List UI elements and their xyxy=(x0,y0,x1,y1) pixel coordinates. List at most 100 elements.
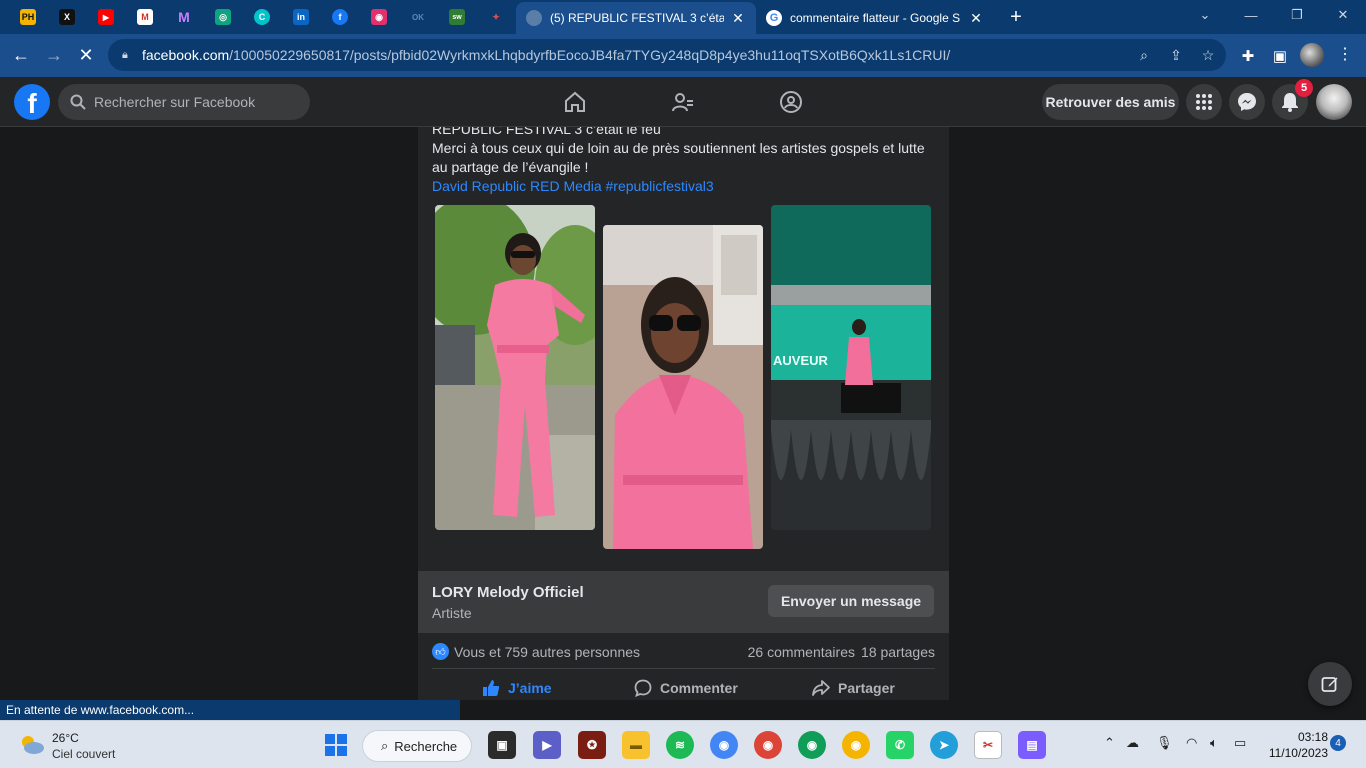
post-photo-1[interactable] xyxy=(435,205,595,530)
microphone-icon[interactable]: 🎙︎ xyxy=(1156,735,1173,751)
snipping-tool-icon[interactable]: ✂ xyxy=(974,731,1002,759)
post-photo-2[interactable] xyxy=(603,225,763,549)
home-icon[interactable] xyxy=(562,89,588,115)
account-avatar[interactable] xyxy=(1316,84,1352,120)
instagram-icon: ◉ xyxy=(371,9,387,25)
close-window-button[interactable]: ✕ xyxy=(1320,0,1366,30)
browser-profile-avatar[interactable] xyxy=(1300,43,1324,67)
clipchamp-icon[interactable]: ▤ xyxy=(1018,731,1046,759)
notification-center-badge[interactable]: 4 xyxy=(1330,735,1346,751)
pinned-tab-chatgpt[interactable]: ◎ xyxy=(205,3,241,31)
forward-button[interactable]: → xyxy=(39,40,69,70)
task-view-icon[interactable]: ▣ xyxy=(488,731,516,759)
reactions-count[interactable]: Vous et 759 autres personnes xyxy=(454,644,640,660)
loading-globe-icon xyxy=(526,10,542,26)
address-bar[interactable]: 🔒︎ facebook.com/100050229650817/posts/pf… xyxy=(108,39,1226,71)
minimize-button[interactable]: — xyxy=(1228,0,1274,30)
new-tab-button[interactable]: + xyxy=(998,3,1034,31)
red-icon: ✦ xyxy=(492,11,500,22)
telegram-icon[interactable]: ➤ xyxy=(930,731,958,759)
post-photo-3[interactable]: AUVEUR xyxy=(771,205,931,530)
show-hidden-icons[interactable]: ⌃ xyxy=(1104,735,1115,751)
pinned-tab-canva[interactable]: C xyxy=(244,3,280,31)
pinned-tab-facebook[interactable]: f xyxy=(322,3,358,31)
pinned-tab-green[interactable]: sw xyxy=(439,3,475,31)
youtube-icon: ▶ xyxy=(98,9,114,25)
friends-icon[interactable] xyxy=(670,89,696,115)
wifi-icon[interactable]: ◠ xyxy=(1186,735,1197,751)
back-button[interactable]: ← xyxy=(6,40,36,70)
post-stats: 👍︎ Vous et 759 autres personnes 26 comme… xyxy=(432,642,935,662)
pinned-tab-red[interactable]: ✦ xyxy=(478,3,514,31)
chrome-profile-2-icon[interactable]: ◉ xyxy=(754,731,782,759)
browser-menu-icon[interactable]: ⋮ xyxy=(1334,42,1356,68)
comment-bubble-icon xyxy=(634,679,652,697)
pinned-tab-ph[interactable]: PH xyxy=(10,3,46,31)
whatsapp-icon[interactable]: ✆ xyxy=(886,731,914,759)
menu-grid-icon[interactable] xyxy=(1186,84,1222,120)
battery-icon[interactable]: ▭ xyxy=(1234,735,1246,751)
send-message-button[interactable]: Envoyer un message xyxy=(768,585,934,617)
pinned-tab-youtube[interactable]: ▶ xyxy=(88,3,124,31)
page-name[interactable]: LORY Melody Officiel xyxy=(432,584,584,601)
facebook-search-input[interactable]: Rechercher sur Facebook xyxy=(58,84,310,120)
weather-description[interactable]: Ciel couvert xyxy=(52,747,115,761)
chrome-profile-4-icon[interactable]: ◉ xyxy=(842,731,870,759)
chrome-profile-3-icon[interactable]: ◉ xyxy=(798,731,826,759)
pinned-tab-x[interactable]: X xyxy=(49,3,85,31)
side-panel-icon[interactable]: ▣ xyxy=(1269,45,1291,67)
restore-button[interactable]: ❐ xyxy=(1274,0,1320,30)
chatgpt-icon: ◎ xyxy=(215,9,231,25)
comment-label: Commenter xyxy=(660,680,738,696)
comments-count[interactable]: 26 commentaires xyxy=(748,644,855,660)
close-tab-icon[interactable]: ✕ xyxy=(730,10,746,27)
cloudy-weather-icon[interactable] xyxy=(18,733,46,755)
post-tags-link[interactable]: David Republic RED Media #republicfestiv… xyxy=(432,178,714,194)
tab-republic-festival[interactable]: (5) REPUBLIC FESTIVAL 3 c’était l ✕ xyxy=(516,2,756,34)
spotify-icon[interactable]: ≋ xyxy=(666,731,694,759)
bookmark-star-icon[interactable]: ☆ xyxy=(1198,45,1218,65)
gmail-icon: M xyxy=(137,9,153,25)
weather-temperature[interactable]: 26°C xyxy=(52,731,79,745)
pinned-tab-instagram[interactable]: ◉ xyxy=(361,3,397,31)
post-text: Merci à tous ceux qui de loin au de près… xyxy=(432,140,925,175)
comment-button[interactable]: Commenter xyxy=(634,677,738,699)
photo-woman-outdoors xyxy=(435,205,595,530)
photo-woman-closeup xyxy=(603,225,763,549)
close-tab-icon[interactable]: ✕ xyxy=(968,10,984,27)
groups-icon[interactable] xyxy=(778,89,804,115)
meet-video-icon[interactable]: ▶ xyxy=(533,731,561,759)
share-button[interactable]: Partager xyxy=(812,677,895,699)
chrome-profile-1-icon[interactable]: ◉ xyxy=(710,731,738,759)
find-friends-button[interactable]: Retrouver des amis xyxy=(1042,84,1179,120)
like-reaction-icon: 👍︎ xyxy=(432,643,449,660)
taskbar-search-input[interactable]: ⌕ Recherche xyxy=(362,730,472,762)
like-button[interactable]: J’aime xyxy=(482,677,552,699)
url-path: /100050229650817/posts/pfbid02WyrkmxkLhq… xyxy=(229,47,951,63)
pinned-tab-m[interactable]: M xyxy=(166,3,202,31)
start-windows-icon[interactable] xyxy=(322,731,350,759)
ok-icon: OK xyxy=(410,9,426,25)
game-app-icon[interactable]: ✪ xyxy=(578,731,606,759)
pinned-tab-ok[interactable]: OK xyxy=(400,3,436,31)
extensions-icon[interactable]: ✚ xyxy=(1237,45,1259,67)
lock-icon[interactable]: 🔒︎ xyxy=(122,49,136,62)
zoom-search-icon[interactable]: ⌕ xyxy=(1134,45,1154,65)
new-message-button[interactable] xyxy=(1308,662,1352,706)
volume-icon[interactable]: 🔈︎ xyxy=(1210,735,1218,751)
pinned-tab-gmail[interactable]: M xyxy=(127,3,163,31)
clock-date: 11/10/2023 xyxy=(1268,746,1328,760)
search-icon: ⌕ xyxy=(381,738,389,753)
facebook-logo-icon[interactable]: f xyxy=(14,84,50,120)
file-explorer-icon[interactable]: ▬ xyxy=(622,731,650,759)
tab-search-icon[interactable]: ⌄ xyxy=(1182,0,1228,30)
tab-google-search[interactable]: G commentaire flatteur - Google S ✕ xyxy=(756,2,994,34)
messenger-icon[interactable] xyxy=(1229,84,1265,120)
pinned-tab-linkedin[interactable]: in xyxy=(283,3,319,31)
share-icon[interactable]: ⇪ xyxy=(1166,45,1186,65)
taskbar-clock[interactable]: 03:18 11/10/2023 xyxy=(1262,729,1328,761)
stop-loading-button[interactable]: ✕ xyxy=(71,40,101,70)
onedrive-cloud-icon[interactable]: ☁ xyxy=(1126,735,1139,751)
google-icon: G xyxy=(766,10,782,26)
shares-count[interactable]: 18 partages xyxy=(861,644,935,660)
